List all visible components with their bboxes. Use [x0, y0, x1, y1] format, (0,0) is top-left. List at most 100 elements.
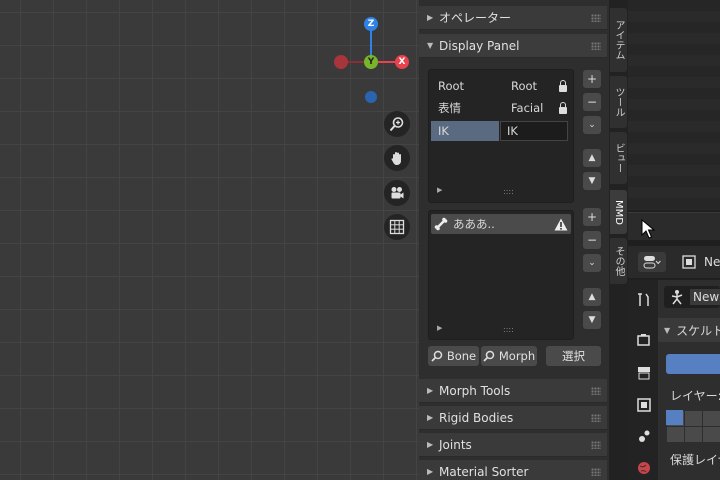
panel-title: Rigid Bodies	[439, 410, 514, 425]
add-bone-button[interactable]: Bone	[428, 346, 479, 366]
fullscreen-icon[interactable]	[682, 255, 696, 269]
protect-layer-label: 保護レイヤ	[670, 453, 720, 467]
drag-grip-icon[interactable]	[591, 468, 601, 476]
camera-view-button[interactable]	[384, 180, 410, 206]
world-icon[interactable]	[636, 460, 652, 476]
outliner-list[interactable]	[628, 0, 720, 210]
add-item-button[interactable]: +	[583, 208, 601, 226]
panel-title: Material Sorter	[439, 464, 529, 479]
frame-name-en-field[interactable]: IK	[500, 121, 568, 141]
layer-label: レイヤー:	[670, 389, 720, 403]
pan-button[interactable]	[384, 145, 410, 171]
drag-grip-icon[interactable]	[591, 387, 601, 395]
resize-grip[interactable]: ::::	[503, 325, 514, 334]
tab-tool[interactable]: ツール	[610, 76, 627, 128]
arrow-down-icon: ▼	[588, 176, 596, 186]
armature-name-field[interactable]: New	[690, 289, 720, 305]
skeleton-panel-header[interactable]: ▼ スケルト	[658, 318, 720, 342]
search-icon	[483, 350, 495, 362]
scene-icon[interactable]	[636, 428, 652, 444]
hand-icon	[391, 152, 401, 165]
panel-title: Display Panel	[439, 38, 520, 53]
gizmo-negz-axis[interactable]	[365, 91, 377, 103]
frame-name-en: Facial	[511, 101, 544, 115]
morph-label: Morph	[498, 349, 536, 363]
rigid-bodies-panel-header[interactable]: ▶ Rigid Bodies	[419, 406, 607, 430]
properties-content: New ▼ スケルト レイヤー: 保護レイヤ	[658, 280, 720, 480]
move-frame-down-button[interactable]: ▼	[583, 172, 601, 190]
display-panel-header[interactable]: ▼ Display Panel	[419, 34, 607, 58]
output-icon[interactable]	[636, 365, 652, 381]
gizmo-y-axis[interactable]: Y	[364, 55, 378, 69]
frame-name: Root	[438, 79, 465, 93]
collapsed-triangle-icon: ▶	[427, 13, 434, 22]
gizmo-z-axis[interactable]: Z	[364, 17, 378, 31]
tab-other[interactable]: その他	[610, 238, 627, 284]
drag-grip-icon[interactable]	[591, 414, 601, 422]
armature-selector[interactable]: New	[664, 286, 720, 308]
move-item-up-button[interactable]: ▲	[583, 288, 601, 306]
morph-tools-panel-header[interactable]: ▶ Morph Tools	[419, 379, 607, 403]
resize-triangle-icon[interactable]: ▶	[437, 186, 442, 194]
list-item-selected[interactable]: あああ..	[431, 214, 571, 234]
chevron-down-icon: ⌄	[588, 258, 596, 268]
list-item[interactable]: Root Root	[429, 76, 575, 96]
frame-items-list[interactable]: あああ.. ▶ ::::	[428, 210, 574, 340]
gizmo-negx-line	[346, 61, 366, 63]
ortho-toggle-button[interactable]	[384, 214, 410, 240]
tool-icon[interactable]	[636, 292, 652, 308]
move-item-down-button[interactable]: ▼	[583, 311, 601, 329]
properties-tabs	[628, 280, 658, 480]
move-frame-up-button[interactable]: ▲	[583, 149, 601, 167]
operator-panel-header[interactable]: ▶ オペレーター	[419, 6, 607, 30]
sidebar-tabs: アイテム ツール ビュー MMD その他	[609, 0, 628, 480]
bone-layer-grid[interactable]	[666, 410, 720, 442]
display-frames-list[interactable]: Root Root 表情 Facial IK IK ▶ ::::	[428, 69, 574, 203]
add-morph-button[interactable]: Morph	[481, 346, 537, 366]
frame-name: 表情	[438, 101, 461, 115]
tab-mmd[interactable]: MMD	[610, 190, 627, 234]
warning-icon	[554, 218, 568, 230]
properties-header: New	[628, 246, 720, 278]
panel-title: オペレーター	[439, 11, 512, 25]
list-item[interactable]: 表情 Facial	[429, 98, 575, 118]
zoom-button[interactable]	[384, 111, 410, 137]
material-sorter-panel-header[interactable]: ▶ Material Sorter	[419, 460, 607, 480]
frame-menu-button[interactable]: ⌄	[583, 116, 601, 134]
mouse-cursor-icon	[641, 219, 655, 239]
frame-name-field[interactable]: IK	[431, 121, 499, 141]
view-layer-icon[interactable]	[636, 397, 652, 413]
remove-item-button[interactable]: −	[583, 231, 601, 249]
expanded-triangle-icon: ▼	[427, 41, 434, 50]
pose-position-toggle[interactable]	[666, 354, 720, 374]
search-icon	[431, 350, 443, 362]
3d-viewport[interactable]: Z Y X	[0, 0, 420, 480]
resize-grip[interactable]: ::::	[503, 187, 514, 196]
joints-panel-header[interactable]: ▶ Joints	[419, 433, 607, 457]
add-frame-button[interactable]: +	[583, 70, 601, 88]
remove-frame-button[interactable]: −	[583, 93, 601, 111]
zoom-icon	[389, 117, 404, 132]
select-button[interactable]: 選択	[546, 346, 601, 366]
editor-type-button[interactable]	[638, 252, 666, 272]
item-menu-button[interactable]: ⌄	[583, 254, 601, 272]
skeleton-title: スケルト	[676, 323, 720, 338]
lock-icon	[559, 80, 567, 92]
arrow-up-icon: ▲	[588, 153, 596, 163]
drag-grip-icon[interactable]	[591, 441, 601, 449]
item-name: あああ..	[453, 217, 495, 231]
sidebar-panel: ▶ オペレーター ▼ Display Panel Root Root 表情 Fa…	[419, 0, 609, 480]
toggle-switch-icon	[643, 256, 661, 269]
gizmo-x-axis[interactable]: X	[395, 55, 409, 69]
expanded-triangle-icon: ▼	[664, 325, 671, 335]
active-layer-cell[interactable]	[666, 410, 683, 425]
render-icon[interactable]	[636, 332, 652, 348]
gizmo-negx-axis[interactable]	[334, 55, 348, 69]
drag-grip-icon[interactable]	[591, 42, 601, 50]
tab-item[interactable]: アイテム	[610, 8, 627, 72]
drag-grip-icon[interactable]	[591, 14, 601, 22]
list-item-selected[interactable]: IK IK	[429, 121, 575, 141]
tab-view[interactable]: ビュー	[610, 132, 627, 184]
panel-title: Morph Tools	[439, 383, 511, 398]
resize-triangle-icon[interactable]: ▶	[437, 324, 442, 332]
